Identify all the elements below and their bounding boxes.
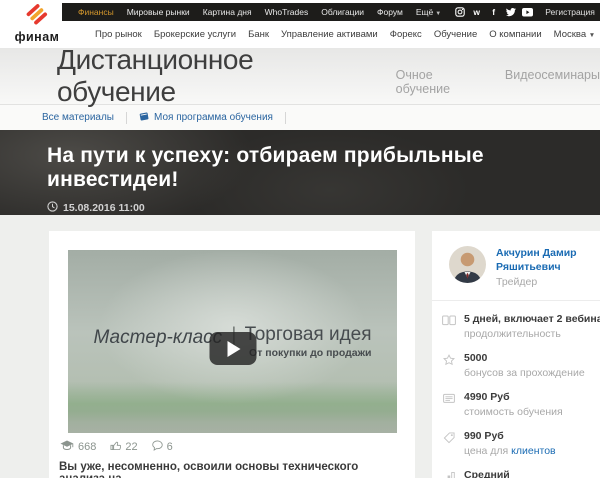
instagram-icon[interactable] xyxy=(454,7,465,17)
author-block: Акчурин Дамир Ряшитьевич Трейдер xyxy=(432,231,600,288)
main-nav-o-kompanii[interactable]: О компании xyxy=(489,29,541,40)
likes-button[interactable]: 22 xyxy=(110,440,137,454)
article-card: Мастер-класс | Торговая идея От покупки … xyxy=(49,231,415,478)
main-nav-bank[interactable]: Банк xyxy=(248,29,269,40)
stat-client-price: 990 Руб цена для клиентов xyxy=(441,430,596,457)
link-all-materials[interactable]: Все материалы xyxy=(42,112,114,123)
top-nav-bar: Финансы Мировые рынки Картина дня WhoTra… xyxy=(62,3,600,21)
main-nav-foreks[interactable]: Форекс xyxy=(390,29,422,40)
content-area: Мастер-класс | Торговая идея От покупки … xyxy=(0,215,600,478)
thumbs-up-icon xyxy=(110,440,121,454)
clients-link[interactable]: клиентов xyxy=(511,445,555,457)
subnav-bar: Все материалы Моя программа обучения xyxy=(0,105,600,130)
author-name-link[interactable]: Акчурин Дамир Ряшитьевич xyxy=(496,246,592,274)
facebook-icon[interactable]: f xyxy=(488,7,499,17)
book-icon xyxy=(139,111,149,124)
chevron-down-icon: ▼ xyxy=(435,11,441,17)
author-role: Трейдер xyxy=(496,276,592,288)
comment-icon xyxy=(152,440,163,454)
comments-button[interactable]: 6 xyxy=(152,440,173,454)
calendar-icon xyxy=(441,313,456,340)
tag-icon xyxy=(441,430,456,457)
clock-icon xyxy=(47,201,58,215)
finam-logo-icon xyxy=(25,14,50,31)
stat-bonus: 5000 бонусов за прохождение xyxy=(441,352,596,379)
top-social-group: w f Регистрация xyxy=(454,7,595,17)
vk-icon[interactable]: w xyxy=(471,7,482,17)
views-stat: 668 xyxy=(60,440,96,454)
main-nav-upravlenie-aktivami[interactable]: Управление активами xyxy=(281,29,378,40)
top-nav-whotrades[interactable]: WhoTrades xyxy=(265,7,309,17)
video-caption-subtitle: От покупки до продажи xyxy=(249,347,371,359)
register-link[interactable]: Регистрация xyxy=(545,7,595,17)
video-stats: 668 22 6 xyxy=(60,440,173,454)
page-title: Дистанционное обучение xyxy=(57,44,374,108)
course-title: На пути к успеху: отбираем прибыльные ин… xyxy=(47,144,600,192)
top-nav-forum[interactable]: Форум xyxy=(377,7,403,17)
top-nav-kartina-dnya[interactable]: Картина дня xyxy=(203,7,252,17)
stat-price: 4990 Руб стоимость обучения xyxy=(441,391,596,418)
header: финам Финансы Мировые рынки Картина дня … xyxy=(0,0,600,48)
video-caption-title: Торговая идея xyxy=(245,324,372,346)
play-button[interactable] xyxy=(209,332,256,365)
main-nav-pro-rynok[interactable]: Про рынок xyxy=(95,29,142,40)
top-nav-finansy[interactable]: Финансы xyxy=(78,7,114,17)
banknote-icon xyxy=(441,391,456,418)
chevron-down-icon: ▼ xyxy=(589,32,595,39)
top-nav-more[interactable]: Ещё▼ xyxy=(416,7,441,17)
stat-level: Средний уровень xyxy=(441,469,596,478)
top-nav-mirovye-rynki[interactable]: Мировые рынки xyxy=(127,7,190,17)
main-nav-brokerskie-uslugi[interactable]: Брокерские услуги xyxy=(154,29,236,40)
video-player[interactable]: Мастер-класс | Торговая идея От покупки … xyxy=(68,250,397,433)
twitter-icon[interactable] xyxy=(505,7,516,17)
graduation-cap-icon xyxy=(60,440,74,454)
divider xyxy=(126,112,127,124)
article-intro-text: Вы уже, несомненно, освоили основы техни… xyxy=(59,461,405,478)
top-nav-obligacii[interactable]: Облигации xyxy=(321,7,364,17)
finam-logo[interactable]: финам xyxy=(12,3,62,44)
divider xyxy=(285,112,286,124)
finam-logo-text: финам xyxy=(12,30,62,44)
avatar[interactable] xyxy=(449,246,486,283)
link-my-program[interactable]: Моя программа обучения xyxy=(139,111,273,124)
page-title-band: Дистанционное обучение Очное обучение Ви… xyxy=(0,48,600,105)
course-datetime: 15.08.2016 11:00 xyxy=(47,201,600,215)
video-caption-left: Мастер-класс xyxy=(93,327,222,349)
city-selector[interactable]: Москва ▼ xyxy=(554,29,596,40)
course-banner: На пути к успеху: отбираем прибыльные ин… xyxy=(0,130,600,215)
course-stats: 5 дней, включает 2 вебинара продолжитель… xyxy=(432,301,600,478)
level-bars-icon xyxy=(441,469,456,478)
star-icon xyxy=(441,352,456,379)
main-nav-bar: Про рынок Брокерские услуги Банк Управле… xyxy=(62,21,600,48)
youtube-icon[interactable] xyxy=(522,7,533,17)
course-info-card: Акчурин Дамир Ряшитьевич Трейдер 5 дней,… xyxy=(432,231,600,478)
stat-duration: 5 дней, включает 2 вебинара продолжитель… xyxy=(441,313,596,340)
link-videoseminary[interactable]: Видеосеминары xyxy=(505,68,600,96)
play-icon xyxy=(228,341,241,357)
link-ochnoe-obuchenie[interactable]: Очное обучение xyxy=(396,68,487,96)
main-nav-obuchenie[interactable]: Обучение xyxy=(434,29,477,40)
